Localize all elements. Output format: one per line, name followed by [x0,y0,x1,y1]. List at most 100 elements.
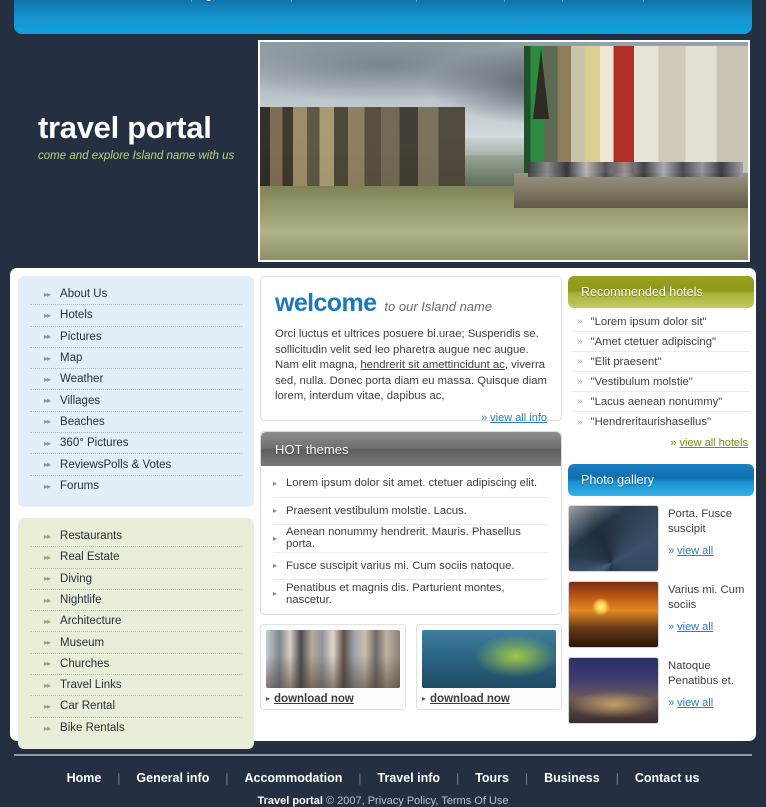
footer-item-general-info[interactable]: General info [120,771,225,785]
sidebar-item-museum[interactable]: ▸▸ Museum [30,632,242,654]
hot-theme-label: Fusce suscipit varius mi. Cum sociis nat… [286,559,515,572]
sidebar-item-villages[interactable]: ▸▸ Villages [30,390,242,412]
double-chevron-icon: ▸▸ [44,680,51,690]
center-column: welcome to our Island name Orci luctus e… [260,276,562,733]
nav-item-home[interactable]: home [130,0,191,1]
sidebar-item-beaches[interactable]: ▸▸ Beaches [30,412,242,434]
sidebar-item-weather[interactable]: ▸▸ Weather [30,369,242,391]
nav-item-travel-info[interactable]: travel info [417,0,504,1]
list-item[interactable]: ▸ Lorem ipsum dolor sit amet. ctetuer ad… [273,470,549,498]
list-item[interactable]: ▸ Praesent vestibulum molstie. Lacus. [273,498,549,525]
list-item[interactable]: ▸ Penatibus et magnis dis. Parturient mo… [273,580,549,608]
footer-navigation: Home | General info | Accommodation | Tr… [0,764,766,792]
main-content-panel: ▸▸ About Us ▸▸ Hotels ▸▸ Pictures ▸▸ Map… [10,268,756,749]
triangle-right-icon: ▸ [273,561,278,571]
footer-item-business[interactable]: Business [528,771,616,785]
double-chevron-icon: ▸▸ [44,701,51,711]
list-item[interactable]: ▸ Aenean nonummy hendrerit. Mauris. Phas… [273,525,549,553]
gallery-item: Varius mi. Cum sociis » view all [568,581,754,648]
view-all-info-link[interactable]: view all info [490,412,547,424]
sidebar-item-label: ReviewsPolls & Votes [60,458,172,471]
chevron-right-icon: » [668,545,675,557]
welcome-heading: welcome to our Island name [275,289,547,318]
sidebar-item-label: Restaurants [60,530,123,543]
welcome-inline-link[interactable]: hendrerit sit amettincidunt ac [360,359,504,371]
triangle-right-icon: ▸ [273,589,278,599]
list-item[interactable]: » "Elit praesent" [572,352,750,372]
terms-of-use-link[interactable]: Terms Of Use [441,795,508,807]
nav-item-tours[interactable]: tours [505,0,562,1]
welcome-section: welcome to our Island name Orci luctus e… [260,276,562,424]
downloads-row: ▸ download now ▸ download now [260,623,562,710]
hot-theme-label: Praesent vestibulum molstie. Lacus. [286,504,467,517]
view-all-link[interactable]: view all [677,545,713,557]
double-chevron-icon: ▸▸ [44,332,51,342]
hotel-label: "Hendreritaurishasellus" [590,416,711,428]
sidebar-item-label: Churches [60,657,110,670]
list-item[interactable]: » "Lacus aenean nonummy" [572,392,750,412]
sidebar-item-churches[interactable]: ▸▸ Churches [30,654,242,676]
list-item[interactable]: ▸ Fusce suscipit varius mi. Cum sociis n… [273,553,549,580]
footer-item-accommodation[interactable]: Accommodation [228,771,358,785]
sidebar-item-diving[interactable]: ▸▸ Diving [30,569,242,590]
gallery-item: Natoque Penatibus et. » view all [568,657,754,724]
footer-item-home[interactable]: Home [51,771,118,785]
sidebar-item-label: Forums [60,480,100,493]
night-city-photo-thumbnail[interactable] [568,657,659,724]
nav-item-business[interactable]: business [563,0,644,1]
sidebar-item-label: Architecture [60,615,122,628]
footer-copyright-year: © 2007, [325,795,365,807]
footer-item-contact-us[interactable]: Contact us [619,771,716,785]
sidebar-item-hotels[interactable]: ▸▸ Hotels [30,305,242,327]
sidebar-item-about-us[interactable]: ▸▸ About Us [30,284,242,306]
sunset-chair-photo-thumbnail[interactable] [568,581,659,648]
download-now-link[interactable]: download now [430,693,510,705]
list-item[interactable]: » "Lorem ipsum dolor sit" [572,312,750,332]
sidebar-item-label: Beaches [60,415,105,428]
sidebar-item-map[interactable]: ▸▸ Map [30,348,242,370]
footer-item-travel-info[interactable]: Travel info [362,771,457,785]
list-item[interactable]: » "Vestibulum molstie" [572,372,750,392]
double-chevron-icon: ▸▸ [44,396,51,406]
gallery-item-meta: Varius mi. Cum sociis » view all [668,581,754,648]
sidebar-item-nightlife[interactable]: ▸▸ Nightlife [30,590,242,612]
sidebar-item-real-estate[interactable]: ▸▸ Real Estate [30,547,242,569]
brand-title: travel portal [38,110,212,145]
footer-copyright: Travel portal © 2007, Privacy Policy, Te… [0,795,766,807]
list-item[interactable]: » "Amet ctetuer adipiscing" [572,332,750,352]
mountain-photo-thumbnail[interactable] [568,505,659,572]
chevron-right-icon: » [668,697,675,709]
gallery-link-row: » view all [668,621,754,633]
sidebar-item-label: Hotels [60,309,93,322]
sidebar-item-forums[interactable]: ▸▸ Forums [30,476,242,497]
download-now-link[interactable]: download now [274,693,354,705]
privacy-policy-link[interactable]: Privacy Policy, [368,795,439,807]
sidebar-item-travel-links[interactable]: ▸▸ Travel Links [30,675,242,697]
double-chevron-icon: ▸▸ [44,353,51,363]
brand-logo[interactable]: travel portal come and explore Island na… [38,112,248,162]
top-navigation-list: home general info accommodation travel i… [14,0,752,8]
list-item[interactable]: » "Hendreritaurishasellus" [572,412,750,432]
sidebar-item-car-rental[interactable]: ▸▸ Car Rental [30,696,242,718]
nav-item-general-info[interactable]: general info [192,0,291,1]
sidebar-item-reviews-polls-votes[interactable]: ▸▸ ReviewsPolls & Votes [30,454,242,476]
view-all-link[interactable]: view all [677,621,713,633]
triangle-right-icon: ▸ [273,533,278,543]
sidebar-item-bike-rentals[interactable]: ▸▸ Bike Rentals [30,718,242,739]
footer-item-tours[interactable]: Tours [459,771,525,785]
view-all-link[interactable]: view all [677,697,713,709]
photo-gallery-section: Photo gallery Porta. Fusce suscipit » vie… [568,464,754,724]
sidebar-item-label: Weather [60,373,104,386]
reef-photo-thumbnail [422,629,556,688]
view-all-hotels-link[interactable]: view all hotels [680,437,748,449]
footer-brand-name: Travel portal [257,795,323,807]
gallery-link-row: » view all [668,697,754,709]
sidebar-item-pictures[interactable]: ▸▸ Pictures [30,327,242,348]
welcome-view-all-row: » view all info [275,412,547,424]
nav-item-accommodation[interactable]: accommodation [292,0,416,1]
sidebar-item-360-pictures[interactable]: ▸▸ 360° Pictures [30,433,242,455]
sidebar-item-restaurants[interactable]: ▸▸ Restaurants [30,526,242,548]
gallery-item-meta: Natoque Penatibus et. » view all [668,657,754,724]
sidebar-item-architecture[interactable]: ▸▸ Architecture [30,611,242,633]
nav-item-contact-us[interactable]: contact us [644,0,734,1]
